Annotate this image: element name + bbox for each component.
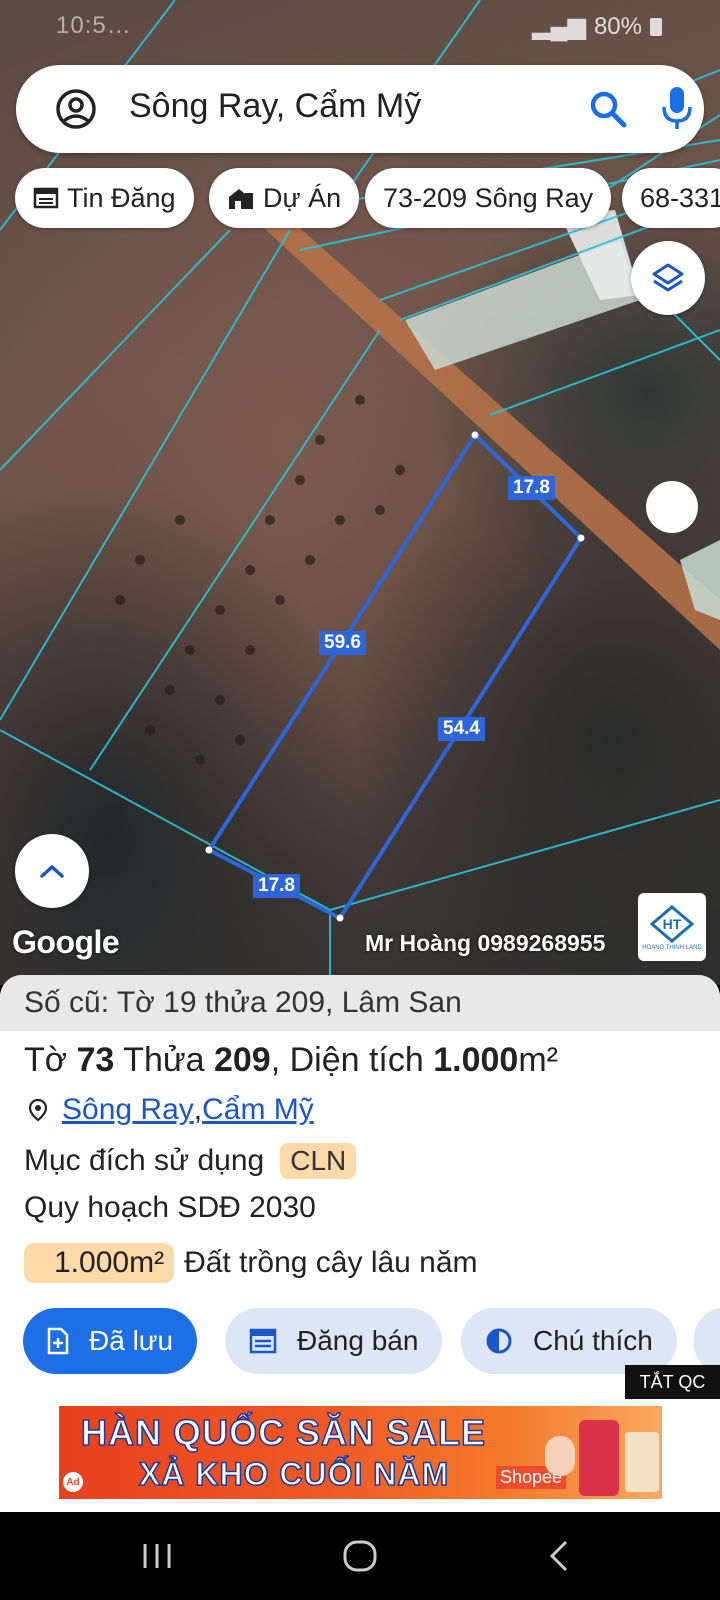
- status-time: 10:5…: [56, 12, 132, 39]
- ad-line2: XẢ KHO CUỐI NĂM: [138, 1455, 450, 1493]
- status-bar: 10:5… ▂▄▆ 80%: [0, 0, 720, 52]
- commune-link[interactable]: Sông Ray: [62, 1093, 194, 1127]
- status-right: ▂▄▆ 80%: [532, 12, 662, 41]
- old-info-row: Số cũ: Tờ 19 thửa 209, Lâm San: [0, 975, 720, 1031]
- search-bar[interactable]: Sông Ray, Cẩm Mỹ: [16, 65, 704, 153]
- chip-label: Tin Đăng: [67, 182, 176, 213]
- search-input[interactable]: Sông Ray, Cẩm Mỹ: [129, 87, 421, 126]
- parcel-outline: [206, 431, 584, 921]
- contrast-icon: [486, 1328, 512, 1354]
- chip-label: Dự Án: [263, 182, 342, 213]
- system-nav-bar: [0, 1512, 720, 1600]
- measure-top: 17.8: [508, 476, 555, 500]
- parcel-thua-label: Thửa: [114, 1041, 214, 1079]
- purpose-label: Mục đích sử dụng: [24, 1144, 265, 1177]
- watermark-logo: HT HOANG THINH LAND: [638, 893, 706, 961]
- chip-du-an[interactable]: Dự Án: [209, 168, 360, 228]
- parcel-thua-value: 209: [213, 1041, 271, 1079]
- close-ad-button[interactable]: TẮT QC: [625, 1365, 720, 1399]
- location-row: Sông Ray, Cẩm Mỹ: [24, 1093, 314, 1127]
- ad-badge: Ad: [63, 1472, 83, 1492]
- district-link[interactable]: Cẩm Mỹ: [202, 1093, 314, 1127]
- listing-icon: [249, 1328, 277, 1354]
- recent-apps-icon[interactable]: [137, 1536, 177, 1576]
- location-pin-icon: [28, 1098, 48, 1122]
- map-view[interactable]: 17.8 59.6 54.4 17.8 10:5… ▂▄▆ 80% Sông R…: [0, 0, 720, 985]
- search-icon[interactable]: [588, 89, 628, 129]
- ad-banner[interactable]: HÀN QUỐC SĂN SALE XẢ KHO CUỐI NĂM Shopee…: [59, 1406, 662, 1499]
- chip-tin-dang[interactable]: Tin Đăng: [15, 168, 194, 228]
- legend-label: Chú thích: [533, 1325, 653, 1356]
- parcel-area-label: , Diện tích: [270, 1041, 434, 1079]
- ad-product-image: [545, 1436, 575, 1476]
- measure-left: 59.6: [319, 631, 366, 655]
- parcel-to-value: 73: [76, 1041, 115, 1079]
- post-sale-label: Đăng bán: [297, 1325, 419, 1356]
- measure-right: 54.4: [438, 717, 485, 741]
- purpose-row: Mục đích sử dụng CLN: [24, 1143, 357, 1179]
- parcel-to-label: Tờ: [24, 1041, 77, 1079]
- house-logo-icon: HT: [649, 904, 695, 943]
- ad-product-image: [625, 1432, 659, 1492]
- home-icon[interactable]: [340, 1536, 380, 1576]
- parcel-title: Tờ 73 Thửa 209, Diện tích 1.000m²: [24, 1041, 558, 1080]
- account-icon[interactable]: [54, 87, 98, 131]
- saved-button[interactable]: Đã lưu: [23, 1308, 198, 1374]
- microphone-icon[interactable]: [660, 85, 694, 131]
- ad-line1: HÀN QUỐC SĂN SALE: [80, 1411, 487, 1454]
- area-row: 1.000m² Đất trồng cây lâu năm: [24, 1243, 478, 1283]
- parcel-area-unit: m²: [518, 1041, 558, 1079]
- chip-label: 73-209 Sông Ray: [383, 182, 594, 213]
- chevron-up-icon: [40, 865, 64, 878]
- old-info-text: Số cũ: Tờ 19 thửa 209, Lâm San: [24, 986, 462, 1019]
- post-sale-button[interactable]: Đăng bán: [225, 1308, 443, 1374]
- location-separator: ,: [193, 1093, 203, 1126]
- battery-icon: [650, 17, 662, 36]
- svg-text:HT: HT: [663, 916, 682, 932]
- document-add-icon: [47, 1327, 69, 1355]
- area-description: Đất trồng cây lâu năm: [184, 1246, 478, 1279]
- expand-up-button[interactable]: [15, 834, 89, 908]
- back-icon[interactable]: [540, 1536, 580, 1576]
- watermark-logo-text: HOANG THINH LAND: [642, 944, 702, 951]
- buildings-icon: [229, 189, 253, 209]
- area-pill: 1.000m²: [24, 1243, 175, 1283]
- chip-label: 68-331: [640, 182, 720, 213]
- battery-percent: 80%: [593, 12, 642, 40]
- listing-icon: [33, 187, 59, 209]
- signal-icon: ▂▄▆: [532, 13, 586, 40]
- ad-product-image: [579, 1420, 619, 1496]
- watermark-text: Mr Hoàng 0989268955: [365, 930, 606, 956]
- chip-parcel[interactable]: 73-209 Sông Ray: [365, 168, 612, 228]
- purpose-badge: CLN: [280, 1143, 357, 1179]
- parcel-area-value: 1.000: [433, 1041, 519, 1079]
- plan-text: Quy hoạch SDĐ 2030: [24, 1191, 316, 1224]
- saved-label: Đã lưu: [89, 1325, 174, 1356]
- measure-bottom: 17.8: [253, 874, 300, 898]
- location-dot-button[interactable]: [646, 481, 698, 533]
- google-logo: Google: [12, 924, 120, 960]
- layers-button[interactable]: [631, 241, 705, 315]
- layers-icon: [652, 263, 684, 292]
- chip-parcel-2[interactable]: 68-331: [622, 168, 720, 228]
- parcel-vertices: [205, 431, 585, 922]
